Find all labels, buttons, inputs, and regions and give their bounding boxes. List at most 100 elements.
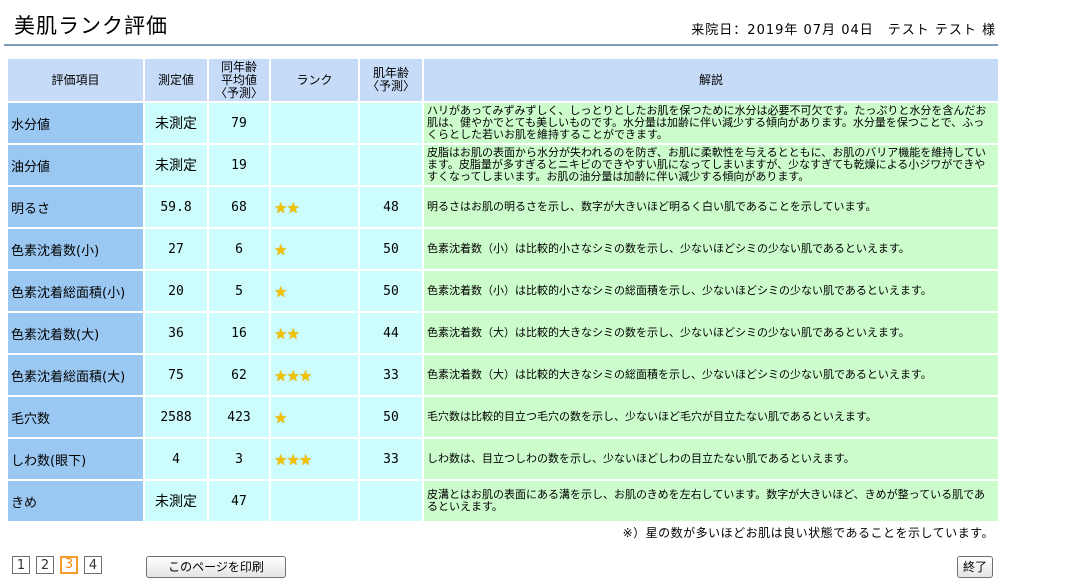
header-average-line2: 平均値 [220,72,257,87]
row-skin-age-value: 44 [358,311,424,355]
table-header-row: 評価項目 測定値 同年齢 平均値 〈予測〉 ランク 肌年齢 〈予測〉 解説 [6,57,1000,103]
row-skin-age-value: 50 [358,269,424,313]
row-rank [269,143,360,187]
row-average-value: 62 [207,353,271,397]
row-description: 皮脂はお肌の表面から水分が失われるのを防ぎ、お肌に柔軟性を与えるとともに、お肌の… [422,143,1000,187]
page-button-4[interactable]: 4 [84,556,102,574]
row-rank: ★ [269,395,360,439]
row-skin-age-value: 50 [358,227,424,271]
row-item-label: 色素沈着数(大) [6,311,145,355]
star-icon: ★ [298,366,313,385]
star-icon: ★ [274,240,288,259]
row-description: 色素沈着数（大）は比較的大きなシミの総面積を示し、少ないほどシミの少ない肌である… [422,353,1000,397]
row-average-value: 19 [207,143,271,187]
star-icon: ★ [286,366,300,385]
row-skin-age-value [358,101,424,145]
row-description: 毛穴数は比較的目立つ毛穴の数を示し、少ないほど毛穴が目立たない肌であるといえます… [422,395,1000,439]
row-item-label: 色素沈着数(小) [6,227,145,271]
header-average-line1: 同年齢 [220,59,257,74]
row-average-value: 79 [207,101,271,145]
row-average-value: 5 [207,269,271,313]
row-skin-age-value [358,479,424,523]
row-measured-value: 未測定 [143,143,209,187]
row-description: ハリがあってみずみずしく、しっとりとしたお肌を保つために水分は必要不可欠です。た… [422,101,1000,145]
row-measured-value: 未測定 [143,101,209,145]
row-average-value: 423 [207,395,271,439]
page-button-3[interactable]: 3 [60,556,78,574]
row-skin-age-value: 33 [358,353,424,397]
table-row: 毛穴数 2588 423 ★ 50 毛穴数は比較的目立つ毛穴の数を示し、少ないほど毛穴が目… [6,395,1000,439]
end-button[interactable]: 終了 [957,556,993,578]
row-rank [269,479,360,523]
page-button-2[interactable]: 2 [36,556,54,574]
star-icon: ★ [286,450,300,469]
row-average-value: 3 [207,437,271,481]
table-row: しわ数(眼下) 4 3 ★★★ 33 しわ数は、目立つしわの数を示し、少ないほどしわの目立… [6,437,1000,481]
row-skin-age-value [358,143,424,187]
row-item-label: 明るさ [6,185,145,229]
table-row: 油分値 未測定 19 皮脂はお肌の表面から水分が失われるのを防ぎ、お肌に柔軟性を与える… [6,143,1000,187]
row-measured-value: 20 [143,269,209,313]
row-description: しわ数は、目立つしわの数を示し、少ないほどしわの目立たない肌であるといえます。 [422,437,1000,481]
row-measured-value: 36 [143,311,209,355]
header-rank: ランク [269,57,360,103]
header-description: 解説 [422,57,1000,103]
row-skin-age-value: 48 [358,185,424,229]
header-average-line3: 〈予測〉 [214,85,263,100]
row-rank [269,101,360,145]
visit-info: 来院日：2019年 07月 04日 テスト テスト 様 [691,23,996,38]
star-icon: ★ [298,450,313,469]
row-rank: ★★★ [269,353,360,397]
row-average-value: 16 [207,311,271,355]
row-measured-value: 2588 [143,395,209,439]
table-row: 色素沈着数(小) 27 6 ★ 50 色素沈着数（小）は比較的小さなシミの数を示し、少ない… [6,227,1000,271]
star-icon: ★ [286,324,300,343]
row-description: 皮溝とはお肌の表面にある溝を示し、お肌のきめを左右しています。数字が大きいほど、… [422,479,1000,523]
star-icon: ★ [274,408,288,427]
row-measured-value: 27 [143,227,209,271]
header-skin-age-line2: 〈予測〉 [366,79,415,93]
row-measured-value: 4 [143,437,209,481]
header-skin-age: 肌年齢 〈予測〉 [358,57,424,103]
print-page-button[interactable]: このページを印刷 [146,556,286,578]
footnote: ※）星の数が多いほどお肌は良い状態であることを示しています。 [622,526,994,540]
table-row: 色素沈着総面積(大) 75 62 ★★★ 33 色素沈着数（大）は比較的大きなシミの総面積… [6,353,1000,397]
row-rank: ★★ [269,185,360,229]
row-average-value: 6 [207,227,271,271]
row-item-label: 色素沈着総面積(小) [6,269,145,313]
title-divider [4,44,998,46]
row-description: 色素沈着数（小）は比較的小さなシミの数を示し、少ないほどシミの少ない肌であるとい… [422,227,1000,271]
row-description: 明るさはお肌の明るさを示し、数字が大きいほど明るく白い肌であることを示しています… [422,185,1000,229]
skin-rank-table: 評価項目 測定値 同年齢 平均値 〈予測〉 ランク 肌年齢 〈予測〉 解説 水分… [6,57,1000,523]
row-rank: ★★★ [269,437,360,481]
star-icon: ★ [274,282,288,301]
row-item-label: 油分値 [6,143,145,187]
table-row: 色素沈着数(大) 36 16 ★★ 44 色素沈着数（大）は比較的大きなシミの数を示し、少… [6,311,1000,355]
header-measured: 測定値 [143,57,209,103]
header-item: 評価項目 [6,57,145,103]
row-item-label: 毛穴数 [6,395,145,439]
row-skin-age-value: 50 [358,395,424,439]
page-title: 美肌ランク評価 [14,14,168,38]
row-rank: ★ [269,227,360,271]
page-button-1[interactable]: 1 [12,556,30,574]
row-item-label: きめ [6,479,145,523]
pagination: 1234 [12,556,102,574]
table-row: 水分値 未測定 79 ハリがあってみずみずしく、しっとりとしたお肌を保つために水分は必… [6,101,1000,145]
row-measured-value: 未測定 [143,479,209,523]
table-row: 明るさ 59.8 68 ★★ 48 明るさはお肌の明るさを示し、数字が大きいほど明るく白い… [6,185,1000,229]
row-rank: ★★ [269,311,360,355]
table-row: きめ 未測定 47 皮溝とはお肌の表面にある溝を示し、お肌のきめを左右しています。数字… [6,479,1000,523]
table-row: 色素沈着総面積(小) 20 5 ★ 50 色素沈着数（小）は比較的小さなシミの総面積を示し… [6,269,1000,313]
row-rank: ★ [269,269,360,313]
row-item-label: 水分値 [6,101,145,145]
row-average-value: 47 [207,479,271,523]
row-description: 色素沈着数（大）は比較的大きなシミの数を示し、少ないほどシミの少ない肌であるとい… [422,311,1000,355]
row-description: 色素沈着数（小）は比較的小さなシミの総面積を示し、少ないほどシミの少ない肌である… [422,269,1000,313]
row-average-value: 68 [207,185,271,229]
row-measured-value: 75 [143,353,209,397]
row-item-label: 色素沈着総面積(大) [6,353,145,397]
header-average: 同年齢 平均値 〈予測〉 [207,57,271,103]
star-icon: ★ [286,198,300,217]
row-item-label: しわ数(眼下) [6,437,145,481]
